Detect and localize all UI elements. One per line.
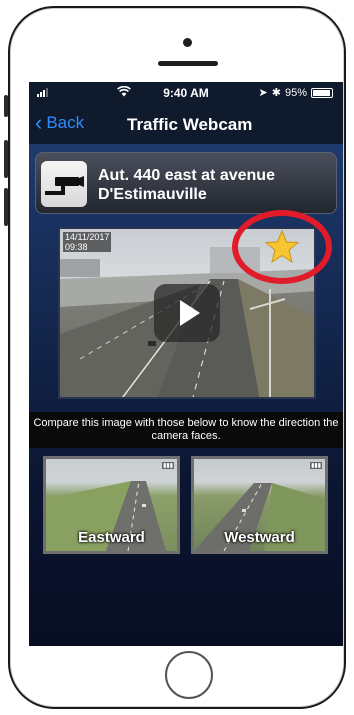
location-icon: ➤ bbox=[258, 87, 268, 99]
star-icon[interactable] bbox=[264, 229, 300, 265]
camera-header: Aut. 440 east at avenue D'Estimauville bbox=[35, 152, 337, 214]
eastward-thumbnail[interactable]: ▮▮▮ Eastward bbox=[43, 456, 180, 554]
chevron-left-icon: ‹ bbox=[35, 110, 43, 135]
eastward-label: Eastward bbox=[78, 529, 145, 546]
earpiece-speaker bbox=[158, 61, 218, 66]
westward-label: Westward bbox=[224, 529, 295, 546]
front-camera bbox=[183, 38, 192, 47]
status-bar: 9:40 AM ➤ ✱ 95% bbox=[29, 82, 343, 104]
back-label: Back bbox=[46, 113, 85, 132]
volume-down-button bbox=[4, 188, 8, 226]
direction-hint: Compare this image with those below to k… bbox=[29, 412, 343, 448]
photo-timestamp: 14/11/2017 09:38 bbox=[63, 232, 112, 252]
westward-thumbnail[interactable]: ▮▮▮ Westward bbox=[191, 456, 328, 554]
battery-icon bbox=[311, 87, 333, 98]
home-button[interactable] bbox=[165, 651, 213, 699]
thumbnail-timestamp: ▮▮▮ bbox=[162, 462, 174, 469]
back-button[interactable]: ‹ Back bbox=[35, 110, 85, 135]
page-title: Traffic Webcam bbox=[127, 115, 253, 134]
play-icon bbox=[180, 300, 200, 326]
thumbnail-timestamp: ▮▮▮ bbox=[310, 462, 322, 469]
navigation-bar: ‹ Back Traffic Webcam bbox=[29, 104, 343, 144]
play-button[interactable] bbox=[154, 284, 220, 342]
photo-time: 09:38 bbox=[65, 242, 88, 252]
photo-date: 14/11/2017 bbox=[65, 232, 110, 242]
battery-percent: 95% bbox=[284, 86, 307, 99]
camera-title: Aut. 440 east at avenue D'Estimauville bbox=[98, 167, 275, 203]
screen: 9:40 AM ➤ ✱ 95% ‹ Back Traffic Webcam Au… bbox=[29, 82, 343, 646]
traffic-camera-icon bbox=[41, 161, 87, 207]
mute-switch bbox=[4, 95, 8, 117]
bluetooth-icon: ✱ bbox=[271, 87, 281, 99]
volume-up-button bbox=[4, 140, 8, 178]
webcam-content: Aut. 440 east at avenue D'Estimauville 1… bbox=[29, 144, 343, 646]
